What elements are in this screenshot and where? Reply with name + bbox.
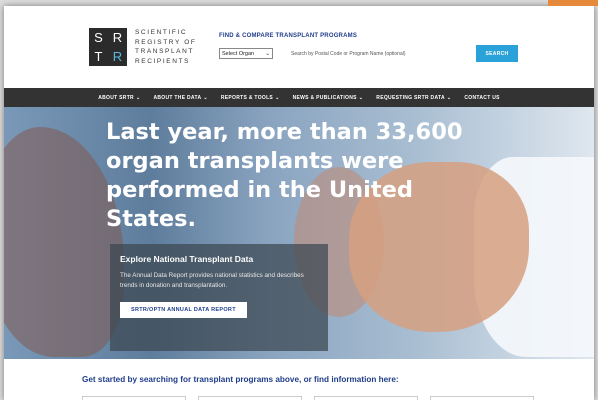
hero-headline: Last year, more than 33,600 organ transp…: [106, 119, 463, 232]
program-search-placeholder: Search by Postal Code or Program Name (o…: [291, 50, 406, 57]
card-description: The Annual Data Report provides national…: [120, 272, 304, 289]
nav-item-about-the-data[interactable]: ABOUT THE DATA ⌄: [153, 95, 207, 101]
explore-data-card: Explore National Transplant Data The Ann…: [110, 244, 328, 351]
info-tiles: [82, 396, 534, 400]
nav-item-news-publications[interactable]: NEWS & PUBLICATIONS ⌄: [293, 95, 364, 101]
organ-select[interactable]: Select Organ ⌄: [219, 48, 273, 59]
nav-item-about-srtr[interactable]: ABOUT SRTR ⌄: [98, 95, 140, 101]
browser-frame: S R T R SCIENTIFIC REGISTRY of TRANSPLAN…: [4, 6, 594, 400]
nav-label: CONTACT US: [464, 94, 500, 101]
chevron-down-icon: ⌄: [203, 94, 208, 101]
corner-tag: [548, 0, 598, 6]
info-tile[interactable]: [430, 396, 534, 400]
nav-item-contact-us[interactable]: CONTACT US: [464, 95, 499, 101]
logo-letter: R: [112, 49, 123, 64]
nav-item-requesting-data[interactable]: REQUESTING SRTR DATA ⌄: [376, 95, 451, 101]
logo-letter: S: [94, 30, 103, 45]
logo-line: REGISTRY of: [135, 38, 197, 46]
nav-label: REPORTS & TOOLS: [220, 94, 274, 101]
card-title: Explore National Transplant Data: [120, 254, 254, 264]
chevron-down-icon: ⌄: [275, 94, 280, 101]
site-header: S R T R SCIENTIFIC REGISTRY of TRANSPLAN…: [4, 6, 594, 88]
program-search-input[interactable]: Search by Postal Code or Program Name (o…: [285, 45, 475, 62]
info-tile[interactable]: [314, 396, 418, 400]
search-button[interactable]: SEARCH: [476, 45, 518, 62]
chevron-down-icon: ⌄: [358, 94, 364, 101]
search-row: Select Organ ⌄ Search by Postal Code or …: [219, 45, 518, 62]
program-search: FIND & COMPARE TRANSPLANT PROGRAMS Selec…: [219, 33, 518, 62]
get-started-section: Get started by searching for transplant …: [4, 359, 594, 400]
info-tile[interactable]: [198, 396, 302, 400]
organ-select-value: Select Organ: [222, 50, 255, 57]
annual-data-report-button[interactable]: SRTR/OPTN ANNUAL DATA REPORT: [120, 302, 247, 318]
info-tile[interactable]: [82, 396, 186, 400]
nav-label: ABOUT SRTR: [98, 94, 134, 101]
main-nav: ABOUT SRTR ⌄ ABOUT THE DATA ⌄ REPORTS & TO…: [4, 88, 594, 107]
logo-letter: T: [94, 49, 103, 64]
logo-letter: R: [112, 30, 123, 45]
logo-line: RECIPIENTS: [135, 57, 191, 65]
hero-banner: Last year, more than 33,600 organ transp…: [4, 107, 594, 359]
nav-label: NEWS & PUBLICATIONS: [292, 94, 357, 101]
chevron-down-icon: ⌄: [265, 50, 270, 57]
nav-label: ABOUT THE DATA: [153, 94, 202, 101]
srtr-logo[interactable]: S R T R SCIENTIFIC REGISTRY of TRANSPLAN…: [89, 28, 196, 66]
logo-wordmark: SCIENTIFIC REGISTRY of TRANSPLANT RECIPI…: [135, 28, 196, 66]
chevron-down-icon: ⌄: [446, 94, 452, 101]
chevron-down-icon: ⌄: [135, 94, 141, 101]
logo-line: TRANSPLANT: [135, 48, 194, 55]
logo-mark: S R T R: [89, 28, 127, 66]
get-started-heading: Get started by searching for transplant …: [82, 375, 399, 384]
logo-line: SCIENTIFIC: [135, 29, 188, 36]
nav-label: REQUESTING SRTR DATA: [376, 94, 445, 101]
nav-item-reports-tools[interactable]: REPORTS & TOOLS ⌄: [221, 95, 280, 101]
search-title: FIND & COMPARE TRANSPLANT PROGRAMS: [219, 33, 358, 39]
